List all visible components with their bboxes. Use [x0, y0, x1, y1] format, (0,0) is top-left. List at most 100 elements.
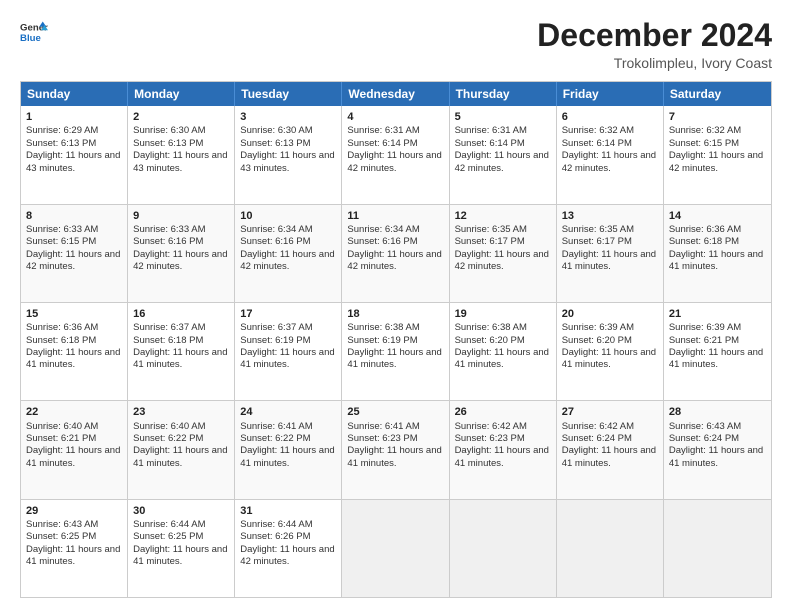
sunrise-text: Sunrise: 6:43 AM [26, 519, 98, 530]
sunset-text: Sunset: 6:17 PM [562, 236, 632, 247]
sunrise-text: Sunrise: 6:34 AM [240, 224, 312, 235]
sunset-text: Sunset: 6:13 PM [26, 138, 96, 149]
day-number: 8 [26, 209, 122, 223]
daylight-text: Daylight: 11 hours and 43 minutes. [133, 150, 227, 173]
sunset-text: Sunset: 6:19 PM [347, 335, 417, 346]
day-number: 19 [455, 307, 551, 321]
sunrise-text: Sunrise: 6:37 AM [133, 322, 205, 333]
day-number: 1 [26, 110, 122, 124]
day-number: 29 [26, 504, 122, 518]
daylight-text: Daylight: 11 hours and 41 minutes. [562, 445, 656, 468]
day-number: 22 [26, 405, 122, 419]
day-of-week-monday: Monday [128, 82, 235, 106]
daylight-text: Daylight: 11 hours and 41 minutes. [669, 347, 763, 370]
calendar-week-row: 29Sunrise: 6:43 AMSunset: 6:25 PM Dayligh… [21, 500, 771, 597]
calendar-week-row: 15Sunrise: 6:36 AMSunset: 6:18 PMDayligh… [21, 303, 771, 401]
sunrise-text: Sunrise: 6:38 AM [455, 322, 527, 333]
day-number: 4 [347, 110, 443, 124]
sunset-text: Sunset: 6:22 PM [240, 433, 310, 444]
calendar-day-cell: 12Sunrise: 6:35 AMSunset: 6:17 PMDayligh… [450, 205, 557, 302]
sunrise-text: Sunrise: 6:36 AM [669, 224, 741, 235]
calendar-day-cell: 7Sunrise: 6:32 AMSunset: 6:15 PMDaylight… [664, 106, 771, 203]
sunrise-text: Sunrise: 6:44 AM [133, 519, 205, 530]
sunset-text: Sunset: 6:23 PM [347, 433, 417, 444]
calendar-day-cell: 3Sunrise: 6:30 AMSunset: 6:13 PMDaylight… [235, 106, 342, 203]
daylight-text: Daylight: 11 hours and 41 minutes. [347, 347, 441, 370]
day-of-week-tuesday: Tuesday [235, 82, 342, 106]
day-number: 23 [133, 405, 229, 419]
day-number: 18 [347, 307, 443, 321]
sunset-text: Sunset: 6:20 PM [562, 335, 632, 346]
calendar-day-cell: 2Sunrise: 6:30 AMSunset: 6:13 PMDaylight… [128, 106, 235, 203]
day-number: 17 [240, 307, 336, 321]
daylight-text: Daylight: 11 hours and 41 minutes. [562, 347, 656, 370]
day-number: 14 [669, 209, 766, 223]
calendar-day-cell: 31Sunrise: 6:44 AMSunset: 6:26 PMDayligh… [235, 500, 342, 597]
calendar-day-cell: 13Sunrise: 6:35 AMSunset: 6:17 PMDayligh… [557, 205, 664, 302]
day-of-week-saturday: Saturday [664, 82, 771, 106]
sunrise-text: Sunrise: 6:36 AM [26, 322, 98, 333]
daylight-text: Daylight: 11 hours and 41 minutes. [455, 347, 549, 370]
sunrise-text: Sunrise: 6:39 AM [669, 322, 741, 333]
calendar-day-cell: 14Sunrise: 6:36 AMSunset: 6:18 PMDayligh… [664, 205, 771, 302]
daylight-text: Daylight: 11 hours and 41 minutes. [240, 445, 334, 468]
calendar-body: 1Sunrise: 6:29 AMSunset: 6:13 PMDaylight… [21, 106, 771, 597]
empty-cell [664, 500, 771, 597]
sunrise-text: Sunrise: 6:40 AM [26, 421, 98, 432]
day-number: 7 [669, 110, 766, 124]
sunset-text: Sunset: 6:15 PM [26, 236, 96, 247]
sunrise-text: Sunrise: 6:34 AM [347, 224, 419, 235]
day-number: 5 [455, 110, 551, 124]
sunset-text: Sunset: 6:21 PM [669, 335, 739, 346]
sunset-text: Sunset: 6:16 PM [347, 236, 417, 247]
empty-cell [450, 500, 557, 597]
sunset-text: Sunset: 6:18 PM [669, 236, 739, 247]
calendar-day-cell: 23Sunrise: 6:40 AMSunset: 6:22 PMDayligh… [128, 401, 235, 498]
daylight-text: Daylight: 11 hours and 42 minutes. [455, 249, 549, 272]
sunrise-text: Sunrise: 6:30 AM [240, 125, 312, 136]
calendar-day-cell: 10Sunrise: 6:34 AMSunset: 6:16 PMDayligh… [235, 205, 342, 302]
day-number: 31 [240, 504, 336, 518]
sunset-text: Sunset: 6:22 PM [133, 433, 203, 444]
sunrise-text: Sunrise: 6:41 AM [240, 421, 312, 432]
day-number: 11 [347, 209, 443, 223]
day-number: 2 [133, 110, 229, 124]
calendar: SundayMondayTuesdayWednesdayThursdayFrid… [20, 81, 772, 598]
calendar-day-cell: 17Sunrise: 6:37 AMSunset: 6:19 PMDayligh… [235, 303, 342, 400]
day-number: 20 [562, 307, 658, 321]
day-number: 26 [455, 405, 551, 419]
logo: General Blue [20, 18, 48, 46]
sunrise-text: Sunrise: 6:44 AM [240, 519, 312, 530]
daylight-text: Daylight: 11 hours and 42 minutes. [562, 150, 656, 173]
sunrise-text: Sunrise: 6:41 AM [347, 421, 419, 432]
daylight-text: Daylight: 11 hours and 43 minutes. [240, 150, 334, 173]
sunset-text: Sunset: 6:15 PM [669, 138, 739, 149]
sunset-text: Sunset: 6:17 PM [455, 236, 525, 247]
day-number: 27 [562, 405, 658, 419]
calendar-day-cell: 24Sunrise: 6:41 AMSunset: 6:22 PMDayligh… [235, 401, 342, 498]
day-of-week-friday: Friday [557, 82, 664, 106]
sunrise-text: Sunrise: 6:33 AM [26, 224, 98, 235]
day-number: 21 [669, 307, 766, 321]
sunrise-text: Sunrise: 6:31 AM [455, 125, 527, 136]
sunset-text: Sunset: 6:25 PM [26, 531, 96, 542]
day-of-week-thursday: Thursday [450, 82, 557, 106]
daylight-text: Daylight: 11 hours and 42 minutes. [347, 150, 441, 173]
sunset-text: Sunset: 6:26 PM [240, 531, 310, 542]
empty-cell [557, 500, 664, 597]
calendar-day-cell: 19Sunrise: 6:38 AM Sunset: 6:20 PMDayligh… [450, 303, 557, 400]
sunrise-text: Sunrise: 6:40 AM [133, 421, 205, 432]
calendar-day-cell: 25Sunrise: 6:41 AMSunset: 6:23 PMDayligh… [342, 401, 449, 498]
sunset-text: Sunset: 6:14 PM [562, 138, 632, 149]
day-number: 16 [133, 307, 229, 321]
sunset-text: Sunset: 6:20 PM [455, 335, 525, 346]
sunrise-text: Sunrise: 6:35 AM [562, 224, 634, 235]
sunrise-text: Sunrise: 6:43 AM [669, 421, 741, 432]
daylight-text: Daylight: 11 hours and 41 minutes. [133, 544, 227, 567]
sunrise-text: Sunrise: 6:42 AM [455, 421, 527, 432]
daylight-text: Daylight: 11 hours and 42 minutes. [133, 249, 227, 272]
sunset-text: Sunset: 6:18 PM [133, 335, 203, 346]
sunrise-text: Sunrise: 6:38 AM [347, 322, 419, 333]
sunrise-text: Sunrise: 6:32 AM [562, 125, 634, 136]
daylight-text: Daylight: 11 hours and 41 minutes. [26, 544, 120, 567]
